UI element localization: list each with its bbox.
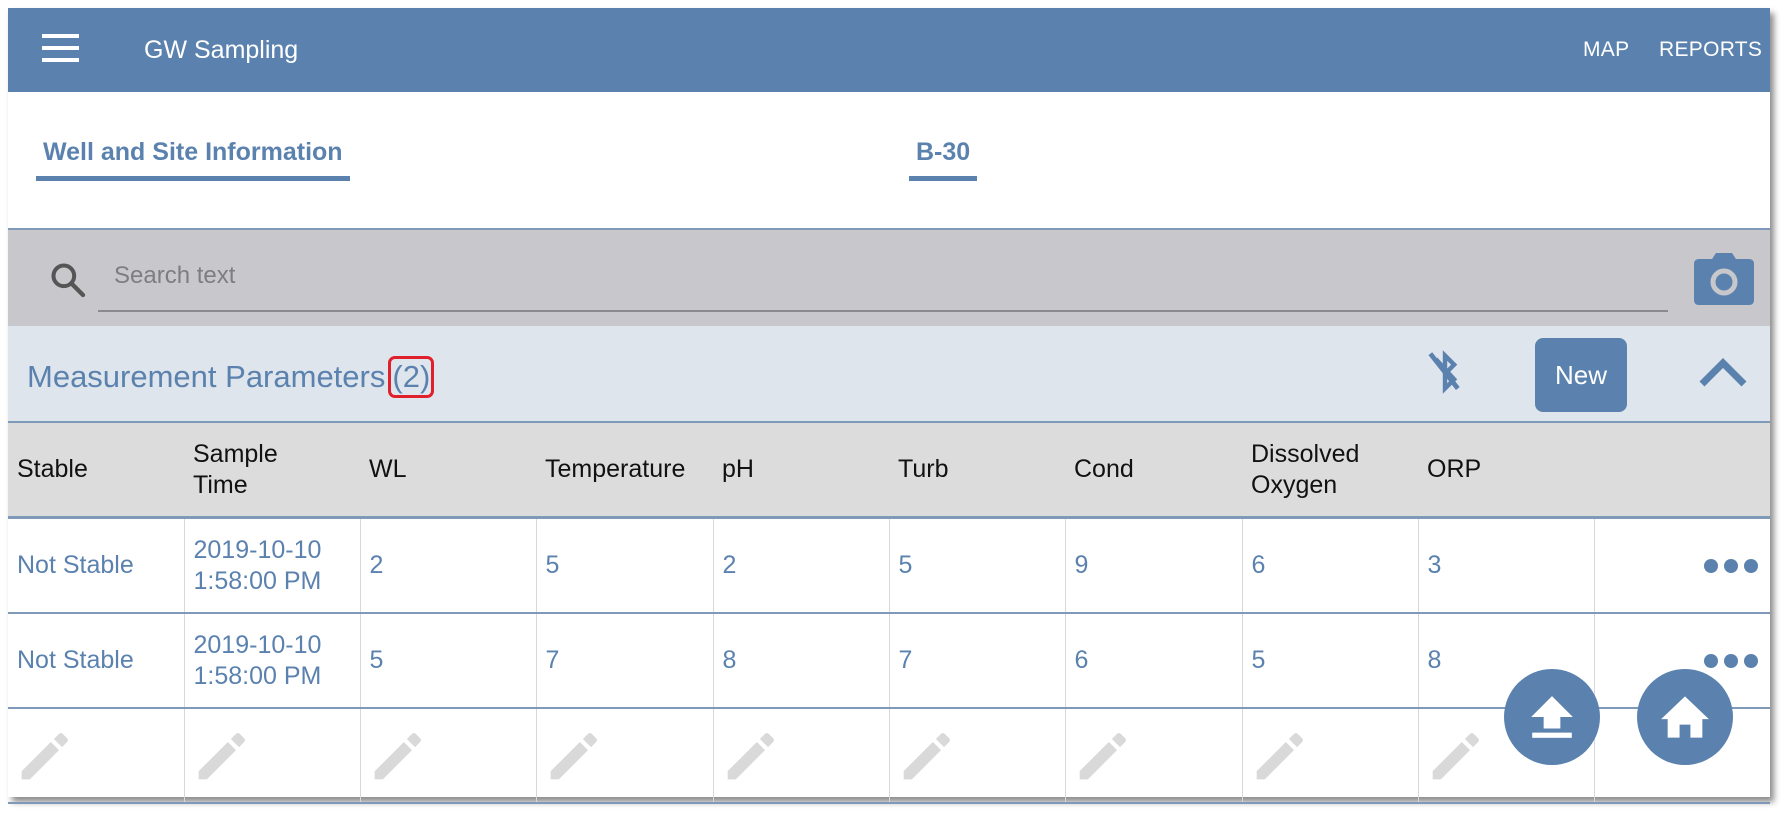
measurements-table: Stable Sample Time WL Temperature pH Turb… [8,423,1770,804]
column-label: Cond [1074,455,1134,483]
pencil-icon[interactable] [194,728,250,784]
home-icon [1661,696,1709,738]
new-entry-cell[interactable] [535,708,713,804]
column-header-sample-time[interactable]: Sample Time [184,423,360,519]
new-entry-cell[interactable] [712,708,889,804]
cell-turb[interactable]: 7 [888,613,1065,709]
cell-orp[interactable]: 3 [1417,517,1594,614]
tab-well-and-site-information[interactable]: Well and Site Information [36,138,350,181]
measurement-parameters-header: Measurement Parameters (2) New [8,326,1770,423]
column-header-wl[interactable]: WL [360,423,536,519]
new-entry-cell[interactable] [1241,708,1418,804]
cell-wl[interactable]: 5 [359,613,536,709]
cell-time: 1:58:00 PM [193,661,322,690]
column-header-stable[interactable]: Stable [8,423,184,519]
new-entry-cell[interactable] [888,708,1065,804]
app-window: GW Sampling MAP REPORTS Well and Site In… [8,8,1770,804]
more-options-icon[interactable] [1704,654,1758,668]
hamburger-menu-icon[interactable] [42,32,80,66]
cell-stable[interactable]: Not Stable [8,613,184,709]
bluetooth-disabled-icon[interactable] [1423,348,1467,396]
cell-cond[interactable]: 6 [1064,613,1242,709]
column-header-orp[interactable]: ORP [1418,423,1594,519]
column-label: Oxygen [1251,470,1338,499]
search-bar [8,230,1770,326]
search-input[interactable] [98,242,1668,312]
camera-icon[interactable] [1694,253,1754,305]
upload-icon [1531,696,1573,738]
column-label: ORP [1427,455,1482,483]
cell-actions [1593,517,1770,614]
pencil-icon[interactable] [1252,728,1308,784]
pencil-icon[interactable] [370,728,426,784]
column-label: pH [722,455,754,483]
column-label: Stable [17,455,88,483]
column-header-temperature[interactable]: Temperature [536,423,713,519]
nav-reports[interactable]: REPORTS [1659,38,1762,62]
column-header-dissolved-oxygen[interactable]: Dissolved Oxygen [1242,423,1418,519]
column-header-actions [1594,423,1770,519]
column-label: WL [369,455,407,483]
upload-button[interactable] [1504,669,1600,765]
column-label: Time [193,470,248,499]
column-header-ph[interactable]: pH [713,423,889,519]
pencil-icon[interactable] [17,728,73,784]
cell-ph[interactable]: 2 [712,517,889,614]
pencil-icon[interactable] [723,728,779,784]
cell-temperature[interactable]: 5 [535,517,713,614]
pencil-icon[interactable] [546,728,602,784]
new-button[interactable]: New [1535,338,1627,412]
cell-time: 1:58:00 PM [193,566,322,595]
pencil-icon[interactable] [1428,728,1484,784]
column-label: Dissolved [1251,439,1360,468]
cell-temperature[interactable]: 7 [535,613,713,709]
table-row[interactable]: Not Stable 2019-10-10 1:58:00 PM 5 7 8 7 … [8,613,1770,709]
more-options-icon[interactable] [1704,559,1758,573]
home-button[interactable] [1637,669,1733,765]
table-row[interactable]: Not Stable 2019-10-10 1:58:00 PM 2 5 2 5 … [8,517,1770,614]
column-header-turb[interactable]: Turb [889,423,1065,519]
tab-b-30[interactable]: B-30 [909,138,978,181]
column-label: Temperature [545,455,686,483]
app-bar: GW Sampling MAP REPORTS [8,8,1770,92]
cell-ph[interactable]: 8 [712,613,889,709]
cell-sample-time[interactable]: 2019-10-10 1:58:00 PM [183,517,360,614]
cell-cond[interactable]: 9 [1064,517,1242,614]
new-entry-cell[interactable] [8,708,184,804]
section-title-text: Measurement Parameters [27,359,386,394]
cell-dissolved-oxygen[interactable]: 5 [1241,613,1418,709]
new-entry-cell[interactable] [1064,708,1242,804]
new-entry-cell[interactable] [359,708,536,804]
section-title: Measurement Parameters (2) [27,356,435,398]
app-title: GW Sampling [144,36,299,64]
nav-map[interactable]: MAP [1583,38,1629,62]
new-entry-cell[interactable] [183,708,360,804]
search-icon[interactable] [48,260,88,300]
record-count-badge: (2) [388,356,435,398]
tab-bar: Well and Site Information B-30 [8,92,1770,230]
cell-date: 2019-10-10 [193,630,322,659]
chevron-up-icon[interactable] [1698,354,1748,390]
cell-date: 2019-10-10 [193,535,322,564]
pencil-icon[interactable] [899,728,955,784]
column-label: Sample [193,439,278,468]
column-label: Turb [898,455,949,483]
cell-sample-time[interactable]: 2019-10-10 1:58:00 PM [183,613,360,709]
pencil-icon[interactable] [1075,728,1131,784]
cell-turb[interactable]: 5 [888,517,1065,614]
table-header-row: Stable Sample Time WL Temperature pH Turb… [8,423,1770,519]
cell-stable[interactable]: Not Stable [8,517,184,614]
cell-wl[interactable]: 2 [359,517,536,614]
cell-dissolved-oxygen[interactable]: 6 [1241,517,1418,614]
column-header-cond[interactable]: Cond [1065,423,1242,519]
